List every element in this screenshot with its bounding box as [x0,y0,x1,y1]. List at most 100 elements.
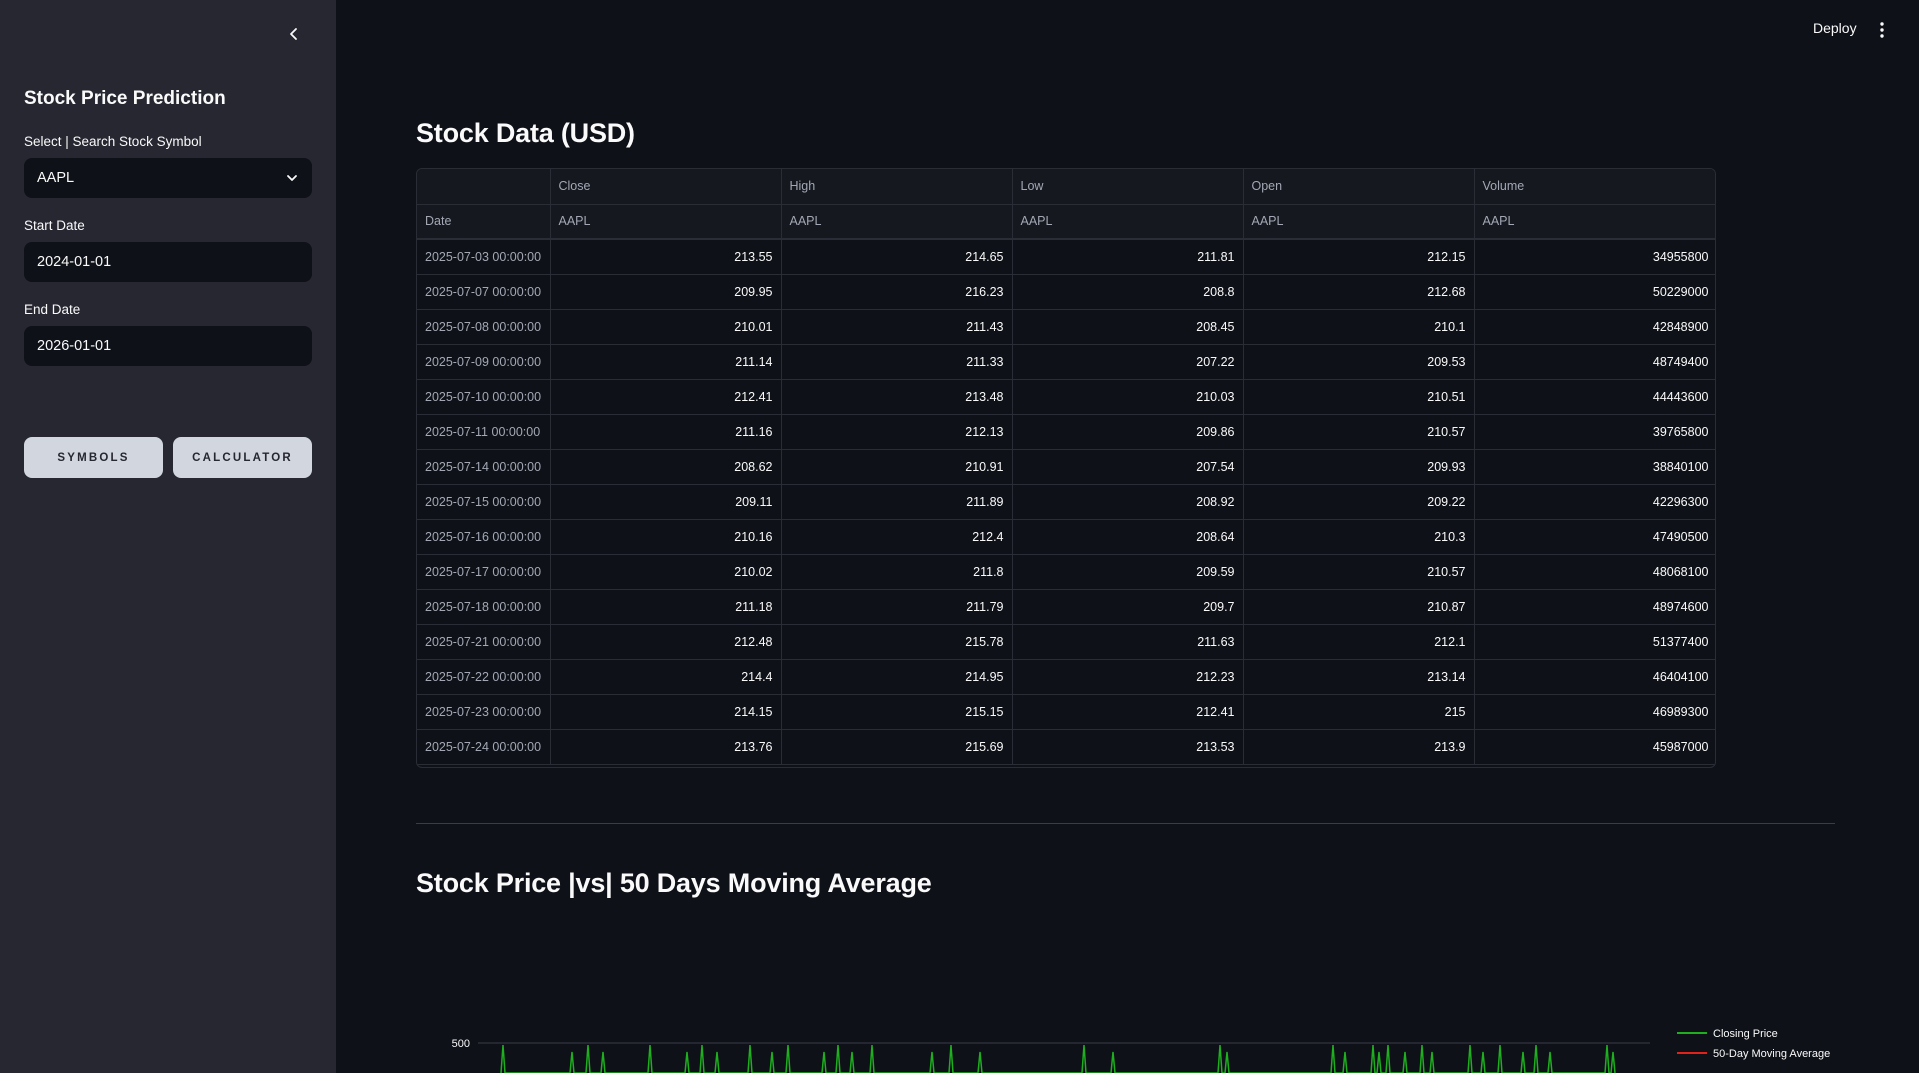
cell-open: 215 [1243,694,1475,730]
deploy-button[interactable]: Deploy [1813,20,1857,36]
table-row[interactable]: 2025-07-23 00:00:00 214.15 215.15 212.41 215… [417,694,1715,730]
cell-low: 207.54 [1012,449,1244,485]
cell-low: 209.86 [1012,414,1244,450]
stock-data-table[interactable]: Close High Low Open Volume Date AAPL AAPL AAPL… [416,168,1716,768]
chevron-down-icon [287,175,297,181]
cell-low: 207.22 [1012,344,1244,380]
column-header-low[interactable]: Low [1012,169,1244,205]
table-row[interactable]: 2025-07-17 00:00:00 210.02 211.8 209.59 210.… [417,554,1715,590]
cell-open: 209.22 [1243,484,1475,520]
cell-high: 210.91 [781,449,1013,485]
column-subheader: AAPL [1012,204,1244,240]
start-date-value: 2024-01-01 [37,254,112,270]
cell-date: 2025-07-21 00:00:00 [417,624,551,660]
table-row[interactable]: 2025-07-18 00:00:00 211.18 211.79 209.7 210.… [417,589,1715,625]
cell-high: 215.15 [781,694,1013,730]
cell-volume: 39765800 [1474,414,1715,450]
cell-volume: 45987000 [1474,729,1715,765]
column-header-open[interactable]: Open [1243,169,1475,205]
legend-label: 50-Day Moving Average [1713,1048,1830,1060]
end-date-value: 2026-01-01 [37,338,112,354]
start-date-input[interactable]: 2024-01-01 [24,242,312,282]
cell-high: 211.33 [781,344,1013,380]
cell-low: 209.7 [1012,589,1244,625]
cell-high: 213.48 [781,379,1013,415]
cell-date: 2025-07-23 00:00:00 [417,694,551,730]
cell-close: 210.02 [550,554,782,590]
cell-volume: 44443600 [1474,379,1715,415]
cell-low: 211.63 [1012,624,1244,660]
symbols-button[interactable]: SYMBOLS [24,437,163,478]
column-header-volume[interactable]: Volume [1474,169,1715,205]
cell-date: 2025-07-17 00:00:00 [417,554,551,590]
column-header-close[interactable]: Close [550,169,782,205]
cell-close: 211.14 [550,344,782,380]
cell-high: 211.43 [781,309,1013,345]
chevron-left-icon [290,28,297,40]
cell-low: 212.23 [1012,659,1244,695]
cell-close: 209.11 [550,484,782,520]
cell-open: 210.51 [1243,379,1475,415]
cell-open: 210.57 [1243,554,1475,590]
table-row[interactable]: 2025-07-09 00:00:00 211.14 211.33 207.22 209… [417,344,1715,380]
cell-volume: 47490500 [1474,519,1715,555]
table-row[interactable]: 2025-07-15 00:00:00 209.11 211.89 208.92 209… [417,484,1715,520]
cell-close: 209.95 [550,274,782,310]
end-date-input[interactable]: 2026-01-01 [24,326,312,366]
cell-volume: 42296300 [1474,484,1715,520]
end-date-label: End Date [24,302,81,317]
cell-close: 213.55 [550,239,782,275]
cell-close: 212.41 [550,379,782,415]
cell-volume: 46404100 [1474,659,1715,695]
closing-price-line [500,1044,1616,1073]
symbol-select-value: AAPL [37,170,75,186]
table-row[interactable]: 2025-07-11 00:00:00 211.16 212.13 209.86 210… [417,414,1715,450]
cell-high: 211.8 [781,554,1013,590]
cell-open: 209.93 [1243,449,1475,485]
cell-high: 211.89 [781,484,1013,520]
table-row[interactable]: 2025-07-10 00:00:00 212.41 213.48 210.03 210… [417,379,1715,415]
cell-open: 209.53 [1243,344,1475,380]
column-subheader: AAPL [550,204,782,240]
cell-date: 2025-07-15 00:00:00 [417,484,551,520]
table-row[interactable]: 2025-07-22 00:00:00 214.4 214.95 212.23 213.… [417,659,1715,695]
cell-close: 213.76 [550,729,782,765]
cell-volume: 34955800 [1474,239,1715,275]
cell-open: 213.9 [1243,729,1475,765]
cell-date: 2025-07-16 00:00:00 [417,519,551,555]
table-corner-cell [417,169,551,205]
column-header-high[interactable]: High [781,169,1013,205]
table-row[interactable]: 2025-07-16 00:00:00 210.16 212.4 208.64 210.… [417,519,1715,555]
table-row[interactable]: 2025-07-21 00:00:00 212.48 215.78 211.63 212… [417,624,1715,660]
table-row[interactable]: 2025-07-08 00:00:00 210.01 211.43 208.45 210… [417,309,1715,345]
main-menu-button[interactable] [1874,18,1890,42]
table-row[interactable]: 2025-07-24 00:00:00 213.76 215.69 213.53 213… [417,729,1715,765]
cell-date: 2025-07-24 00:00:00 [417,729,551,765]
cell-low: 210.03 [1012,379,1244,415]
cell-volume: 48749400 [1474,344,1715,380]
cell-close: 210.01 [550,309,782,345]
sidebar-title: Stock Price Prediction [24,88,226,109]
cell-open: 212.68 [1243,274,1475,310]
cell-low: 209.59 [1012,554,1244,590]
cell-high: 214.65 [781,239,1013,275]
table-row[interactable]: 2025-07-03 00:00:00 213.55 214.65 211.81 212… [417,239,1715,275]
cell-high: 215.69 [781,729,1013,765]
start-date-label: Start Date [24,218,85,233]
collapse-sidebar-button[interactable] [282,22,306,46]
cell-high: 212.13 [781,414,1013,450]
cell-close: 211.18 [550,589,782,625]
symbol-select[interactable]: AAPL [24,158,312,198]
column-subheader: AAPL [781,204,1013,240]
table-row[interactable]: 2025-07-07 00:00:00 209.95 216.23 208.8 212.… [417,274,1715,310]
y-tick-label: 500 [452,1038,470,1050]
legend-label: Closing Price [1713,1028,1778,1040]
cell-high: 214.95 [781,659,1013,695]
cell-close: 211.16 [550,414,782,450]
cell-close: 212.48 [550,624,782,660]
price-chart: 500 Closing Price 50-Day Moving Average [420,1000,1840,1073]
table-row[interactable]: 2025-07-14 00:00:00 208.62 210.91 207.54 209… [417,449,1715,485]
column-subheader: AAPL [1474,204,1715,240]
cell-close: 214.15 [550,694,782,730]
calculator-button[interactable]: CALCULATOR [173,437,312,478]
